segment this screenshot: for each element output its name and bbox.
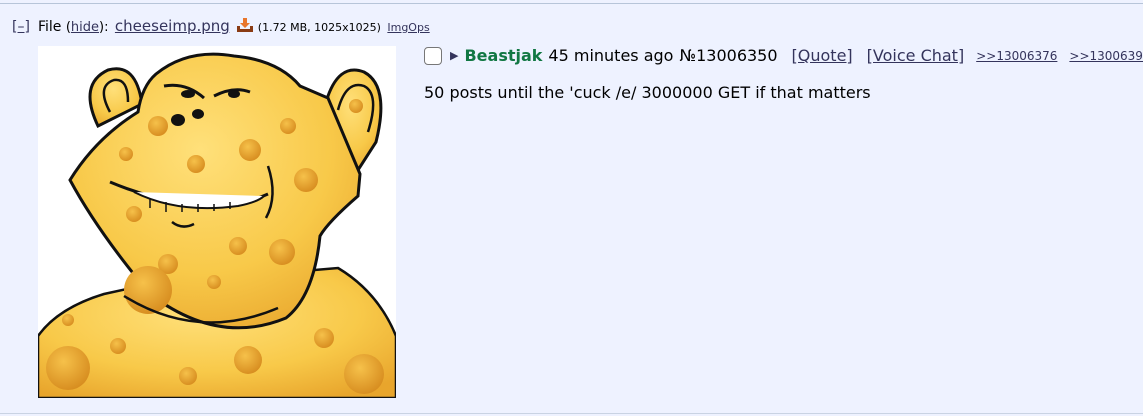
cheese-face-image [36,46,398,400]
toggle-image-button[interactable]: [–] [12,19,30,35]
post-number[interactable]: №13006350 [679,44,777,68]
paren-close: ): [99,20,109,35]
voice-chat-button[interactable]: [Voice Chat] [867,44,965,68]
backlink[interactable]: >>13006394 [1069,44,1143,68]
imgops-link[interactable]: ImgOps [387,21,429,34]
top-divider [0,3,1143,4]
triangle-right-icon[interactable]: ▶ [450,44,458,68]
post-message: 50 posts until the 'cuck /e/ 3000000 GET… [424,83,871,102]
file-label: File [37,19,62,35]
backlink[interactable]: >>13006376 [976,44,1057,68]
quote-button[interactable]: [Quote] [792,44,853,68]
hide-wrapper: (hide): [66,20,109,35]
hide-link[interactable]: hide [71,20,99,35]
post-thumbnail[interactable] [36,46,398,400]
post-header: ▶ Beastjak 45 minutes ago №13006350 [Quo… [424,44,1143,68]
post-date: 45 minutes ago [548,46,674,65]
poster-name: Beastjak [464,46,543,65]
filename-link[interactable]: cheeseimp.png [115,17,230,35]
bottom-divider [0,413,1143,414]
post-select-checkbox[interactable] [424,47,442,65]
file-info: [–] File (hide): cheeseimp.png (1.72 MB, 1… [12,16,430,36]
file-meta: (1.72 MB, 1025x1025) [257,21,381,34]
download-tray-icon[interactable] [236,17,254,33]
